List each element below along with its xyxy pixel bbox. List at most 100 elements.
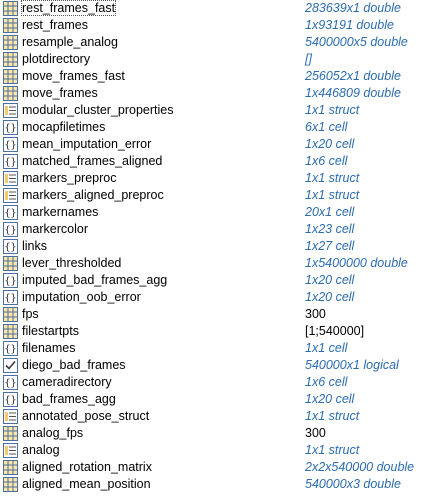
variable-name: imputed_bad_frames_agg: [22, 272, 167, 289]
variable-value: []: [305, 52, 312, 66]
matrix-icon: [3, 35, 18, 50]
variable-value: 300: [305, 426, 326, 440]
variable-name-label: filestartpts: [22, 324, 79, 338]
variable-name: annotated_pose_struct: [22, 408, 149, 425]
variable-value: [1;540000]: [305, 324, 365, 338]
variable-row[interactable]: {} mean_imputation_error 1x20 cell: [0, 136, 448, 153]
variable-name-label: aligned_rotation_matrix: [22, 460, 152, 474]
variable-name-label: rest_frames_fast: [20, 0, 117, 16]
variable-value: 2x2x540000 double: [305, 460, 415, 474]
matrix-icon: [3, 69, 18, 84]
variable-value: 1x1 struct: [305, 171, 360, 185]
variable-name-label: links: [22, 239, 48, 253]
variable-value: 1x1 struct: [305, 103, 360, 117]
variable-value: 1x1 cell: [305, 341, 348, 355]
variable-value: 1x446809 double: [305, 86, 401, 100]
variable-row[interactable]: {} markercolor 1x23 cell: [0, 221, 448, 238]
svg-text:{}: {}: [4, 157, 16, 168]
variable-name: links: [22, 238, 47, 255]
variable-name: lever_thresholded: [22, 255, 121, 272]
variable-value: 1x6 cell: [305, 154, 348, 168]
cell-icon: {}: [3, 137, 18, 152]
variable-row[interactable]: move_frames_fast 256052x1 double: [0, 68, 448, 85]
variable-name-label: plotdirectory: [22, 52, 91, 66]
variable-name-label: diego_bad_frames: [22, 358, 126, 372]
variable-name: cameradirectory: [22, 374, 112, 391]
cell-icon: {}: [3, 205, 18, 220]
variable-name-label: matched_frames_aligned: [22, 154, 163, 168]
variable-row[interactable]: filestartpts [1;540000]: [0, 323, 448, 340]
variable-name: imputation_oob_error: [22, 289, 141, 306]
variable-name-label: resample_analog: [22, 35, 118, 49]
svg-text:{}: {}: [4, 395, 16, 406]
variable-name: mocapfiletimes: [22, 119, 105, 136]
variable-value: 1x20 cell: [305, 290, 355, 304]
variable-name-label: move_frames_fast: [22, 69, 125, 83]
variable-row[interactable]: modular_cluster_properties 1x1 struct: [0, 102, 448, 119]
variable-name: rest_frames: [22, 17, 88, 34]
variable-row[interactable]: analog 1x1 struct: [0, 442, 448, 459]
variable-name: markers_aligned_preproc: [22, 187, 164, 204]
variable-row[interactable]: {} filenames 1x1 cell: [0, 340, 448, 357]
matrix-icon: [3, 324, 18, 339]
variable-row[interactable]: rest_frames_fast 283639x1 double: [0, 0, 448, 17]
struct-icon: [3, 171, 18, 186]
variable-row[interactable]: {} mocapfiletimes 6x1 cell: [0, 119, 448, 136]
variable-row[interactable]: resample_analog 5400000x5 double: [0, 34, 448, 51]
variable-value: 1x5400000 double: [305, 256, 408, 270]
matrix-icon: [3, 1, 18, 16]
matrix-icon: [3, 18, 18, 33]
variable-value: 20x1 cell: [305, 205, 355, 219]
variable-name-label: rest_frames: [22, 18, 88, 32]
variable-value: 1x20 cell: [305, 137, 355, 151]
variable-row[interactable]: {} imputation_oob_error 1x20 cell: [0, 289, 448, 306]
variable-row[interactable]: {} matched_frames_aligned 1x6 cell: [0, 153, 448, 170]
variable-row[interactable]: markers_preproc 1x1 struct: [0, 170, 448, 187]
variable-name: move_frames: [22, 85, 98, 102]
variable-row[interactable]: move_frames 1x446809 double: [0, 85, 448, 102]
variable-name: mean_imputation_error: [22, 136, 151, 153]
variable-name-label: markers_aligned_preproc: [22, 188, 164, 202]
variable-name: aligned_mean_position: [22, 476, 151, 493]
variable-row[interactable]: rest_frames 1x93191 double: [0, 17, 448, 34]
cell-icon: {}: [3, 154, 18, 169]
variable-value: 1x93191 double: [305, 18, 394, 32]
variable-name-label: aligned_mean_position: [22, 477, 151, 491]
svg-text:{}: {}: [4, 344, 16, 355]
variable-row[interactable]: analog_fps 300: [0, 425, 448, 442]
variable-value: 283639x1 double: [305, 1, 401, 15]
struct-icon: [3, 188, 18, 203]
svg-text:{}: {}: [4, 225, 16, 236]
variable-name: filenames: [22, 340, 76, 357]
variable-value: 300: [305, 307, 326, 321]
variable-value: 1x1 struct: [305, 409, 360, 423]
variable-row[interactable]: {} links 1x27 cell: [0, 238, 448, 255]
variable-name: analog_fps: [22, 425, 83, 442]
variable-row[interactable]: plotdirectory []: [0, 51, 448, 68]
variable-row[interactable]: diego_bad_frames 540000x1 logical: [0, 357, 448, 374]
matrix-icon: [3, 477, 18, 492]
variable-row[interactable]: {} markernames 20x1 cell: [0, 204, 448, 221]
matrix-icon: [3, 307, 18, 322]
variable-value: 540000x1 logical: [305, 358, 399, 372]
variable-name-label: move_frames: [22, 86, 98, 100]
variable-name-label: filenames: [22, 341, 76, 355]
variable-name-label: imputation_oob_error: [22, 290, 141, 304]
cell-icon: {}: [3, 341, 18, 356]
variable-row[interactable]: lever_thresholded 1x5400000 double: [0, 255, 448, 272]
variable-row[interactable]: {} imputed_bad_frames_agg 1x20 cell: [0, 272, 448, 289]
matrix-icon: [3, 256, 18, 271]
svg-text:{}: {}: [4, 123, 16, 134]
cell-icon: {}: [3, 239, 18, 254]
variable-row[interactable]: markers_aligned_preproc 1x1 struct: [0, 187, 448, 204]
variable-name-label: modular_cluster_properties: [22, 103, 174, 117]
variable-row[interactable]: aligned_mean_position 540000x3 double: [0, 476, 448, 493]
variable-row[interactable]: fps 300: [0, 306, 448, 323]
variable-row[interactable]: {} cameradirectory 1x6 cell: [0, 374, 448, 391]
variable-row[interactable]: annotated_pose_struct 1x1 struct: [0, 408, 448, 425]
struct-icon: [3, 443, 18, 458]
variable-row[interactable]: {} bad_frames_agg 1x20 cell: [0, 391, 448, 408]
variable-value: 540000x3 double: [305, 477, 401, 491]
variable-row[interactable]: aligned_rotation_matrix 2x2x540000 double: [0, 459, 448, 476]
cell-icon: {}: [3, 290, 18, 305]
